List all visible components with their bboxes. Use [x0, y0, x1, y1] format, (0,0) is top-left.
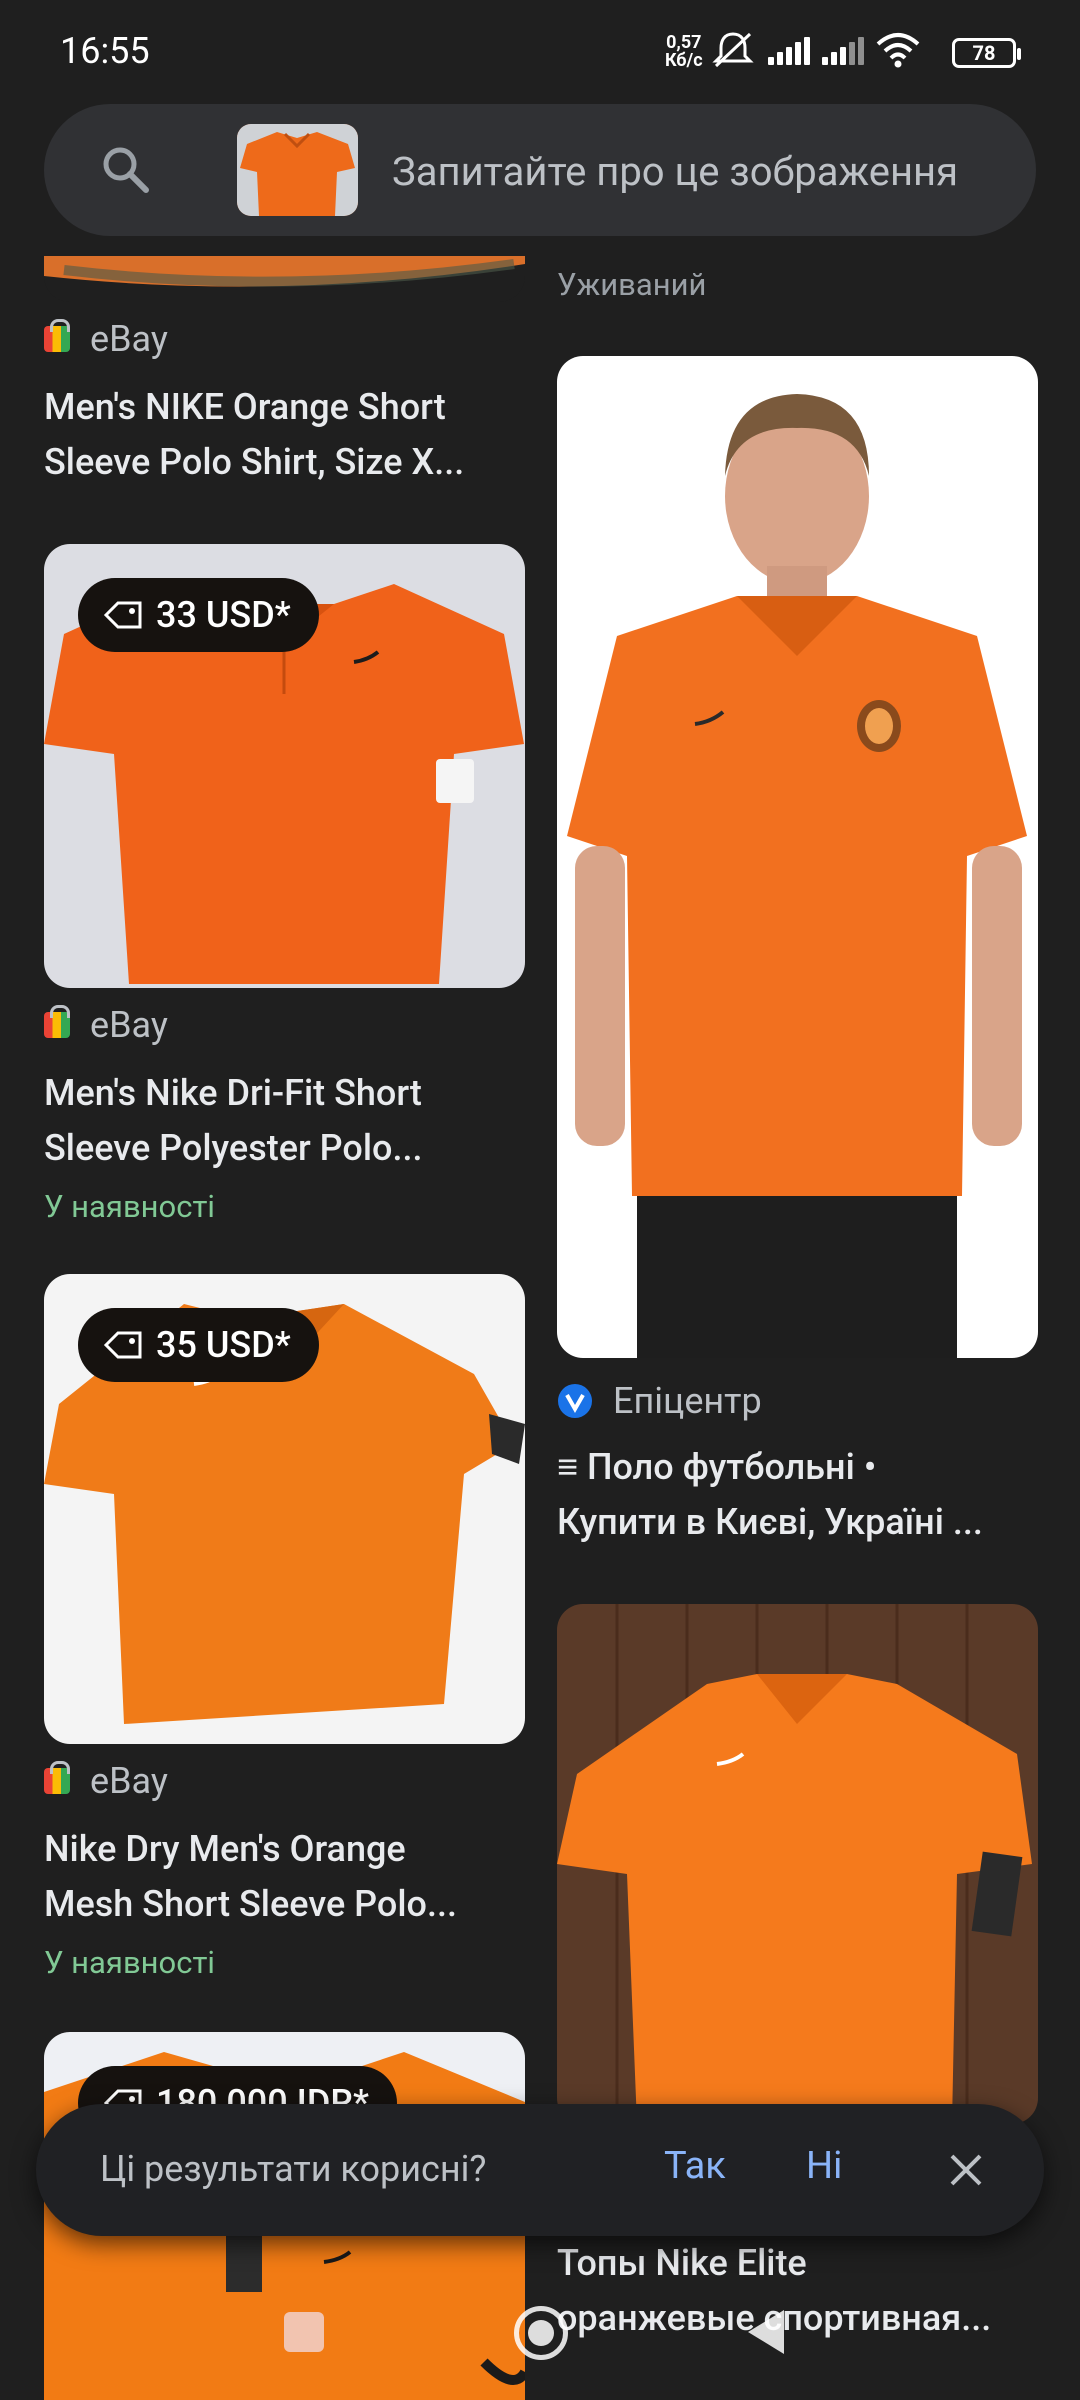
- result-title-line: оранжевые спортивная...: [557, 2297, 992, 2339]
- shopping-bag-icon: [44, 1761, 70, 1794]
- shopping-bag-icon: [44, 319, 70, 352]
- availability-label: У наявності: [44, 1188, 215, 1225]
- feedback-no-button[interactable]: Ні: [806, 2144, 842, 2188]
- result-title-line: Mesh Short Sleeve Polo...: [44, 1883, 457, 1925]
- result-title-line: Sleeve Polyester Polo...: [44, 1127, 423, 1169]
- search-input[interactable]: Запитайте про це зображення: [392, 148, 958, 195]
- price-badge: 35 USD*: [78, 1308, 319, 1382]
- price-tag-icon: [104, 601, 142, 629]
- product-image-3[interactable]: 35 USD*: [44, 1274, 525, 1744]
- image-search-bar[interactable]: Запитайте про це зображення: [44, 104, 1036, 236]
- result-title-line: Купити в Києві, Україні ...: [557, 1501, 983, 1543]
- result-title-line: Nike Dry Men's Orange: [44, 1828, 406, 1870]
- result-title[interactable]: Men's Nike Dri-Fit Short Sleeve Polyeste…: [44, 1066, 525, 1176]
- signal-icon-2: [822, 35, 864, 65]
- result-title[interactable]: Nike Dry Men's Orange Mesh Short Sleeve …: [44, 1822, 525, 1932]
- result-title-line: ≡ Поло футбольні •: [557, 1446, 877, 1488]
- source-name: Епіцентр: [613, 1380, 762, 1422]
- signal-icon-1: [768, 35, 810, 65]
- result-source[interactable]: eBay: [44, 318, 168, 360]
- price-badge: 33 USD*: [78, 578, 319, 652]
- price-tag-icon: [104, 1331, 142, 1359]
- availability-label: У наявності: [44, 1944, 215, 1981]
- status-icons: [710, 30, 920, 70]
- network-speed: 0,57 Кб/с: [665, 34, 703, 70]
- product-image-6[interactable]: [557, 1604, 1038, 2124]
- result-title[interactable]: ≡ Поло футбольні • Купити в Києві, Украї…: [557, 1440, 1038, 1550]
- query-image-thumbnail[interactable]: [237, 124, 358, 216]
- network-speed-unit: Кб/с: [665, 50, 703, 71]
- feedback-bar: Ці результати корисні? Так Ні: [36, 2104, 1044, 2236]
- recents-button[interactable]: [284, 2312, 324, 2352]
- result-title-line: Men's NIKE Orange Short: [44, 386, 446, 428]
- search-icon[interactable]: [98, 142, 154, 198]
- clock: 16:55: [60, 30, 150, 72]
- product-image-2[interactable]: 33 USD*: [44, 544, 525, 988]
- product-image-1[interactable]: [44, 256, 525, 302]
- mute-icon: [712, 32, 754, 68]
- price-text: 35 USD*: [156, 1324, 291, 1366]
- source-name: eBay: [90, 1004, 168, 1046]
- source-name: eBay: [90, 1760, 168, 1802]
- status-bar: 16:55 0,57 Кб/с 78: [0, 0, 1080, 100]
- result-source[interactable]: eBay: [44, 1004, 168, 1046]
- shopping-bag-icon: [44, 1005, 70, 1038]
- home-button[interactable]: [514, 2306, 568, 2360]
- epicentr-logo-icon: [558, 1384, 592, 1418]
- source-name: eBay: [90, 318, 168, 360]
- result-title-line: Men's Nike Dri-Fit Short: [44, 1072, 422, 1114]
- feedback-question: Ці результати корисні?: [100, 2148, 487, 2190]
- back-button[interactable]: [748, 2310, 784, 2354]
- close-icon[interactable]: [936, 2140, 996, 2200]
- result-title-line: Sleeve Polo Shirt, Size X...: [44, 441, 465, 483]
- wifi-icon: [876, 33, 920, 68]
- product-image-5[interactable]: [557, 356, 1038, 1358]
- battery-indicator: 78: [952, 38, 1021, 68]
- result-source[interactable]: eBay: [44, 1760, 168, 1802]
- feedback-yes-button[interactable]: Так: [664, 2144, 726, 2188]
- condition-label: Уживаний: [557, 266, 707, 303]
- result-title-line: Топы Nike Elite: [557, 2242, 807, 2284]
- result-title[interactable]: Топы Nike Elite оранжевые спортивная...: [557, 2236, 1038, 2346]
- result-title[interactable]: Men's NIKE Orange Short Sleeve Polo Shir…: [44, 380, 525, 490]
- result-source[interactable]: Епіцентр: [557, 1380, 762, 1422]
- price-text: 33 USD*: [156, 594, 291, 636]
